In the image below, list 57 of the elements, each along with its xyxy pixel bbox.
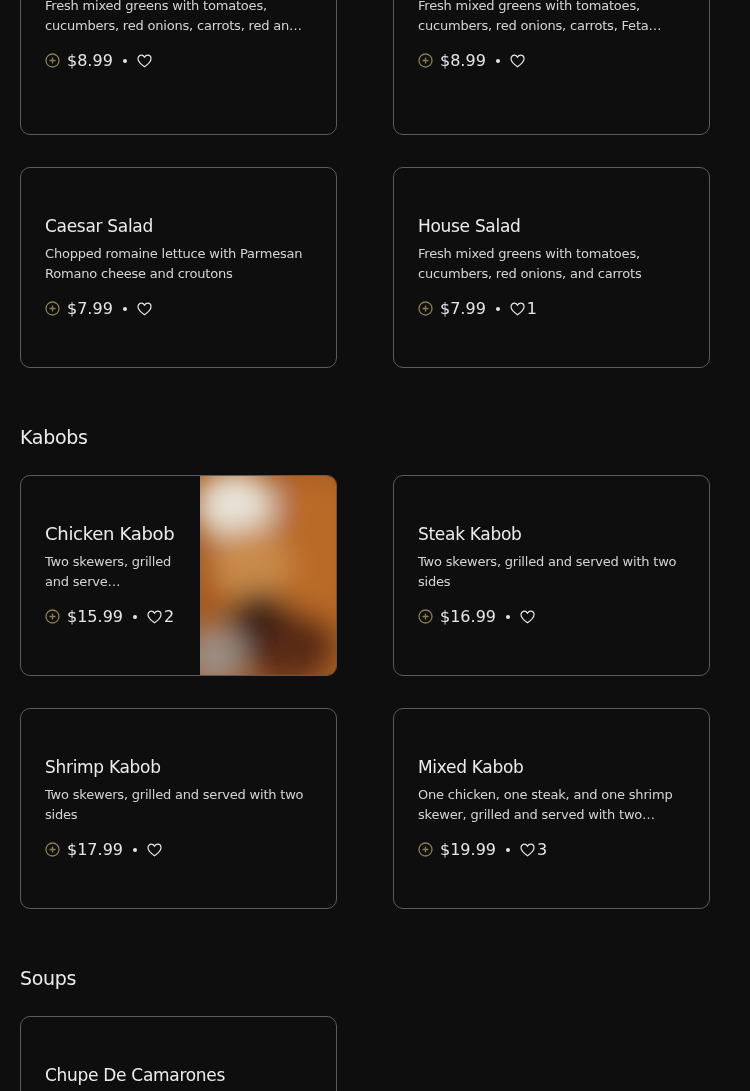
heart-icon xyxy=(147,609,162,624)
price: $7.99 xyxy=(440,299,486,318)
separator-dot xyxy=(506,614,510,619)
add-icon[interactable] xyxy=(45,609,60,624)
price: $8.99 xyxy=(440,51,486,70)
heart-icon xyxy=(147,842,162,857)
item-title: Caesar Salad xyxy=(45,214,154,238)
separator-dot xyxy=(122,58,127,63)
heart-icon xyxy=(520,609,535,624)
like-button[interactable] xyxy=(520,609,535,624)
price: $17.99 xyxy=(67,840,123,859)
add-icon[interactable] xyxy=(418,842,433,857)
item-description: One chicken, one steak, and one shrimp skewer, grilled and served with two… xyxy=(418,785,674,824)
item-description: Two skewers, grilled and served with two sides xyxy=(45,785,305,824)
like-button[interactable] xyxy=(136,301,152,316)
heart-icon xyxy=(509,53,525,68)
like-button[interactable]: 1 xyxy=(509,299,537,318)
item-title: Chicken Kabob xyxy=(45,521,176,546)
add-icon[interactable] xyxy=(45,301,60,316)
separator-dot xyxy=(122,306,127,311)
item-description: Chopped romaine lettuce with Parmesan Romano cheese and croutons xyxy=(45,244,304,283)
section-heading: Kabobs xyxy=(20,425,89,449)
separator-dot xyxy=(133,614,137,619)
item-description: Fresh mixed greens with tomatoes, cucumbers, red onions, carrots, Feta… xyxy=(418,0,663,35)
add-icon[interactable] xyxy=(418,609,433,624)
like-button[interactable] xyxy=(136,53,152,68)
price: $15.99 xyxy=(67,607,123,626)
separator-dot xyxy=(506,847,510,852)
like-button[interactable] xyxy=(147,842,162,857)
heart-icon xyxy=(136,301,152,316)
heart-icon xyxy=(136,53,152,68)
section-heading: Soups xyxy=(20,966,78,990)
item-description: Two skewers, grilled and served with two sides xyxy=(418,552,678,591)
item-title: House Salad xyxy=(418,214,522,238)
item-title: Chupe De Camarones xyxy=(45,1064,226,1087)
price: $8.99 xyxy=(67,51,113,70)
like-button[interactable]: 2 xyxy=(147,607,175,626)
add-icon[interactable] xyxy=(418,301,433,316)
like-button[interactable] xyxy=(509,53,525,68)
item-description: Two skewers, grilled and serve… xyxy=(45,552,173,591)
item-description: Fresh mixed greens with tomatoes, cucumbers, red onions, and carrots xyxy=(418,244,643,283)
add-icon[interactable] xyxy=(418,53,433,68)
item-title: Steak Kabob xyxy=(418,522,523,546)
separator-dot xyxy=(133,847,137,852)
item-title: Shrimp Kabob xyxy=(45,755,162,779)
add-icon[interactable] xyxy=(45,53,60,68)
like-button[interactable]: 3 xyxy=(520,840,548,859)
add-icon[interactable] xyxy=(45,842,60,857)
price: $19.99 xyxy=(440,840,496,859)
heart-icon xyxy=(509,301,525,316)
price: $16.99 xyxy=(440,607,496,626)
separator-dot xyxy=(495,58,500,63)
separator-dot xyxy=(495,306,500,311)
heart-icon xyxy=(520,842,535,857)
item-description: Fresh mixed greens with tomatoes, cucumbers, red onions, carrots, red an… xyxy=(45,0,303,35)
item-title: Mixed Kabob xyxy=(418,755,525,779)
price: $7.99 xyxy=(67,299,113,318)
